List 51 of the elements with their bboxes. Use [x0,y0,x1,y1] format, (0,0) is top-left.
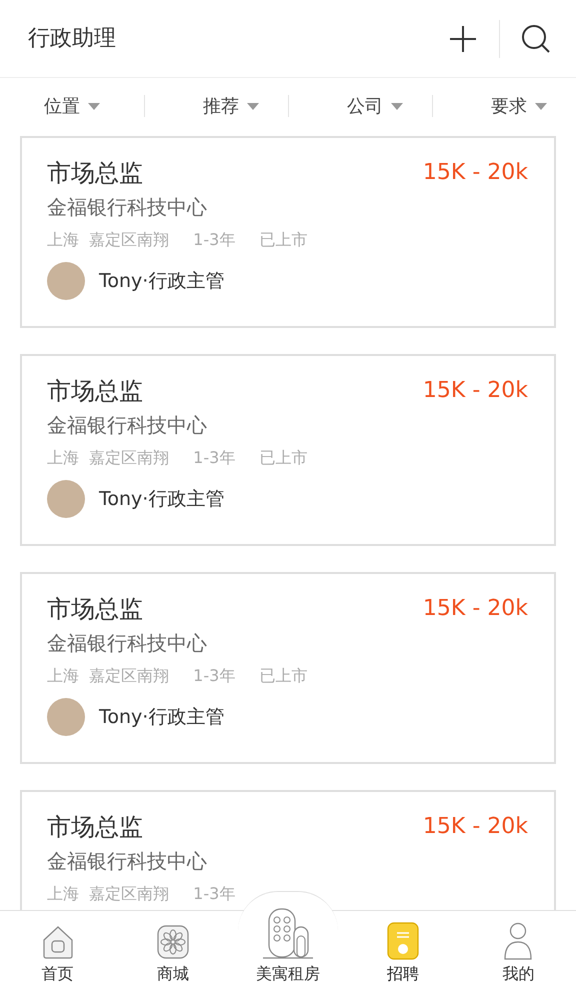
job-detail: 上海 嘉定区南翔 [47,665,170,687]
salary: 15K - 20k [422,159,528,187]
tab-item[interactable]: 首页 [0,924,116,984]
tab-item[interactable]: 我的 [460,922,576,984]
job-detail: 1-3年 [193,229,236,251]
job-detail: 1-3年 [193,447,236,469]
job-title: 市场总监 [47,158,143,189]
job-title: 市场总监 [47,812,143,843]
tab-item[interactable]: 商城 [115,924,230,984]
flower-icon [156,924,189,960]
job-card[interactable]: 市场总监 15K - 20k 金福银行科技中心 上海 嘉定区南翔 1-3年 已上市 Tony·行政主管 [20,136,556,328]
filter-dropdown[interactable]: 公司 [347,92,403,120]
caret-icon [88,102,100,110]
tab-item[interactable]: 招聘 [346,922,461,984]
job-detail: 上海 嘉定区南翔 [47,229,170,251]
recruiter: Tony·行政主管 [99,268,224,294]
job-detail: 已上市 [259,665,308,687]
job-detail: 1-3年 [193,665,236,687]
job-card[interactable]: 市场总监 15K - 20k 金福银行科技中心 上海 嘉定区南翔 1-3年 已上市 Tony·行政主管 [20,572,556,764]
tab-item[interactable]: 美寓租房 [230,908,346,984]
job-title: 市场总监 [47,376,143,407]
person-icon [503,922,534,960]
company-name: 金福银行科技中心 [47,848,207,875]
job-card[interactable]: 市场总监 15K - 20k 金福银行科技中心 上海 嘉定区南翔 1-3年 [20,790,556,910]
company-name: 金福银行科技中心 [47,630,207,657]
recruiter: Tony·行政主管 [99,486,224,512]
company-name: 金福银行科技中心 [47,194,207,221]
salary: 15K - 20k [422,595,528,623]
avatar [47,262,85,300]
recruiter: Tony·行政主管 [99,704,224,730]
job-detail: 上海 嘉定区南翔 [47,447,170,469]
job-detail: 已上市 [259,229,308,251]
job-detail: 上海 嘉定区南翔 [47,883,170,905]
job-detail: 已上市 [259,447,308,469]
company-name: 金福银行科技中心 [47,412,207,439]
caret-icon [391,102,403,110]
job-title: 市场总监 [47,594,143,625]
avatar [47,698,85,736]
caret-icon [535,102,547,110]
job-detail: 1-3年 [193,883,236,905]
caret-icon [247,102,259,110]
salary: 15K - 20k [422,377,528,405]
house-icon [40,924,75,960]
filter-dropdown[interactable]: 要求 [491,92,547,120]
avatar [47,480,85,518]
page-title: 行政助理 [28,25,117,53]
filter-dropdown[interactable]: 推荐 [203,92,259,120]
filter-dropdown[interactable]: 位置 [44,92,100,120]
badge-icon [387,922,420,960]
salary: 15K - 20k [422,813,528,841]
job-card[interactable]: 市场总监 15K - 20k 金福银行科技中心 上海 嘉定区南翔 1-3年 已上市 Tony·行政主管 [20,354,556,546]
